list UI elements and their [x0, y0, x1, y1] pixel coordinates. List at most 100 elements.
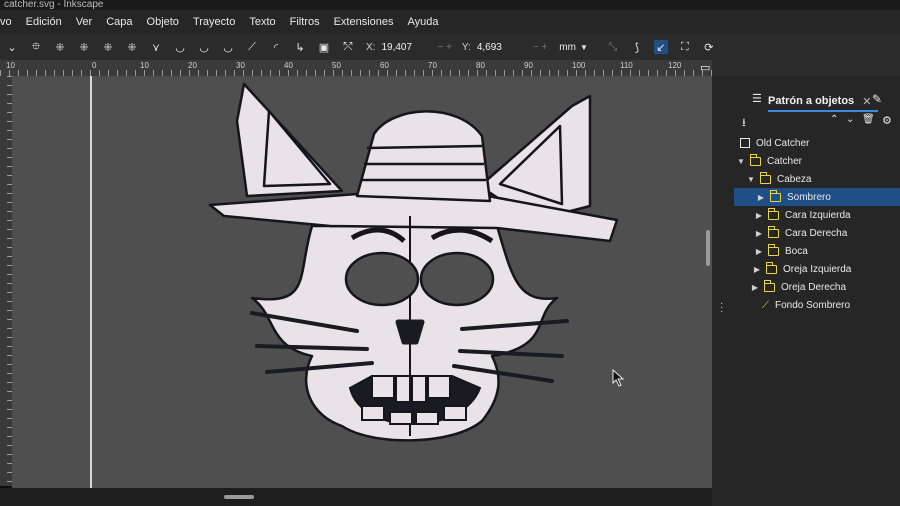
tooth: [427, 375, 451, 399]
status-bar: [0, 488, 712, 506]
tab-objects[interactable]: Patrón a objetos ✕: [768, 92, 878, 112]
path-icon: ⟋: [762, 299, 769, 311]
tooth: [389, 411, 413, 425]
gear-icon[interactable]: ⚙: [882, 114, 892, 127]
distribute-centers-icon[interactable]: ⁜: [77, 40, 91, 54]
tree-item-oreja-izquierda[interactable]: ▶ Oreja Izquierda: [752, 260, 851, 278]
tree-item-cara-izquierda[interactable]: ▶ Cara Izquierda: [754, 206, 851, 224]
tree-item-sombrero[interactable]: ▶ Sombrero: [734, 188, 900, 206]
stroke-to-path-icon[interactable]: ↳: [293, 40, 307, 54]
vertical-scrollbar[interactable]: [706, 230, 710, 266]
add-layer-icon[interactable]: ⭳: [742, 114, 746, 133]
chevron-right-icon[interactable]: ▶: [754, 229, 764, 238]
x-stepper[interactable]: − +: [437, 42, 451, 53]
folder-icon: [749, 153, 761, 166]
trash-icon[interactable]: 🗑: [862, 114, 875, 125]
chevron-up-icon[interactable]: ⌃: [830, 114, 838, 125]
align-top-icon[interactable]: ⯐: [29, 40, 43, 54]
clip-path-icon[interactable]: ⟳: [702, 40, 716, 54]
vertical-ruler: [0, 76, 12, 486]
chevron-down-icon[interactable]: ▼: [746, 175, 756, 184]
chevron-right-icon[interactable]: ▶: [750, 283, 760, 292]
snap-icon[interactable]: ⤡: [606, 40, 620, 54]
x-label: X:: [366, 41, 376, 53]
ruler-label: 100: [572, 61, 586, 70]
ruler-label: 110: [620, 61, 633, 70]
folder-icon: [759, 171, 771, 184]
ruler-label: 90: [524, 61, 533, 70]
ruler-label: 20: [188, 61, 197, 70]
menu-objeto[interactable]: Objeto: [147, 16, 179, 28]
tab-objects-label: Patrón a objetos: [768, 95, 855, 107]
nose[interactable]: [395, 319, 425, 345]
right-eye[interactable]: [419, 251, 495, 307]
menu-trayecto[interactable]: Trayecto: [193, 16, 235, 28]
chevron-right-icon[interactable]: ▶: [752, 265, 762, 274]
node-auto-icon[interactable]: ◡: [221, 40, 235, 54]
curve-segment-icon[interactable]: ◜: [269, 40, 283, 54]
unit-select[interactable]: mm ▼: [559, 42, 588, 53]
menu-archivo[interactable]: vo: [0, 16, 12, 28]
unit-value: mm: [559, 41, 576, 53]
node-cusp-icon[interactable]: ⋎: [149, 40, 163, 54]
display-icon[interactable]: ▭: [700, 61, 710, 74]
tree-item-catcher[interactable]: ▼ Catcher: [736, 152, 802, 170]
x-input[interactable]: 19,407: [381, 42, 433, 53]
tree-item-label: Old Catcher: [756, 137, 810, 149]
menu-capa[interactable]: Capa: [106, 16, 132, 28]
ruler-label: 80: [476, 61, 485, 70]
chevron-right-icon[interactable]: ▶: [756, 193, 766, 202]
ruler-label: 60: [380, 61, 389, 70]
left-ear-inner[interactable]: [262, 109, 332, 188]
menu-ver[interactable]: Ver: [76, 16, 93, 28]
horizontal-scrollbar[interactable]: [224, 495, 254, 499]
close-icon[interactable]: ✕: [862, 95, 871, 108]
folder-icon: [769, 189, 781, 202]
objects-panel-icon: ☰: [752, 93, 762, 105]
group-icon: [740, 138, 750, 148]
node-symmetric-icon[interactable]: ◡: [197, 40, 211, 54]
panel-strip: [712, 60, 900, 76]
y-input[interactable]: 4,693: [477, 42, 529, 53]
objects-panel: ☰ Patrón a objetos ✕ ✎ ⭳ ⌃ ⌄ 🗑 ⚙ Old Cat…: [712, 76, 900, 506]
tree-item-oreja-derecha[interactable]: ▶ Oreja Derecha: [750, 278, 846, 296]
chevron-right-icon[interactable]: ▶: [754, 211, 764, 220]
line-segment-icon[interactable]: ⟋: [245, 40, 259, 54]
distribute-bottom-icon[interactable]: ⁜: [101, 40, 115, 54]
folder-icon: [767, 243, 779, 256]
y-stepper[interactable]: − +: [533, 42, 547, 53]
object-to-path-icon[interactable]: ▣: [317, 40, 331, 54]
tree-item-cara-derecha[interactable]: ▶ Cara Derecha: [754, 224, 847, 242]
drawing-canvas[interactable]: [12, 76, 712, 488]
node-transform-icon[interactable]: ⟆: [630, 40, 644, 54]
menu-edicion[interactable]: Edición: [26, 16, 62, 28]
folder-icon: [767, 207, 779, 220]
left-eye[interactable]: [344, 251, 420, 307]
distribute-icon[interactable]: ⁜: [53, 40, 67, 54]
menu-ayuda[interactable]: Ayuda: [408, 16, 439, 28]
tooth: [411, 375, 427, 403]
path-effect-icon[interactable]: ⤲: [341, 40, 355, 54]
chevron-down-icon[interactable]: ⌄: [846, 114, 854, 125]
chevron-down-icon[interactable]: ▼: [736, 157, 746, 166]
catcher-drawing[interactable]: [12, 76, 712, 488]
bbox-icon[interactable]: ⛶: [678, 40, 692, 54]
ruler-label: 10: [6, 61, 15, 70]
chevron-right-icon[interactable]: ▶: [754, 247, 764, 256]
node-handles-icon[interactable]: ↙: [653, 40, 668, 54]
menu-extensiones[interactable]: Extensiones: [334, 16, 394, 28]
panel-resize-handle[interactable]: · · ·: [720, 299, 723, 317]
tool-controls-bar: ⌄ ⯐ ⁜ ⁜ ⁜ ⁜ ⋎ ◡ ◡ ◡ ⟋ ◜ ↳ ▣ ⤲ X: 19,407 …: [0, 34, 900, 60]
menu-texto[interactable]: Texto: [249, 16, 275, 28]
edit-icon[interactable]: ✎: [872, 92, 882, 106]
node-smooth-icon[interactable]: ◡: [173, 40, 187, 54]
tree-item-cabeza[interactable]: ▼ Cabeza: [746, 170, 811, 188]
menu-filtros[interactable]: Filtros: [290, 16, 320, 28]
tree-item-boca[interactable]: ▶ Boca: [754, 242, 808, 260]
distribute-horizontal-icon[interactable]: ⁜: [125, 40, 139, 54]
tree-item-fondo-sombrero[interactable]: ⟋ Fondo Sombrero: [762, 296, 850, 314]
tree-item-old-catcher[interactable]: Old Catcher: [740, 134, 809, 152]
chevron-down-icon[interactable]: ⌄: [5, 40, 19, 54]
tree-item-label: Oreja Derecha: [781, 281, 847, 293]
hat-crown[interactable]: [355, 110, 492, 203]
